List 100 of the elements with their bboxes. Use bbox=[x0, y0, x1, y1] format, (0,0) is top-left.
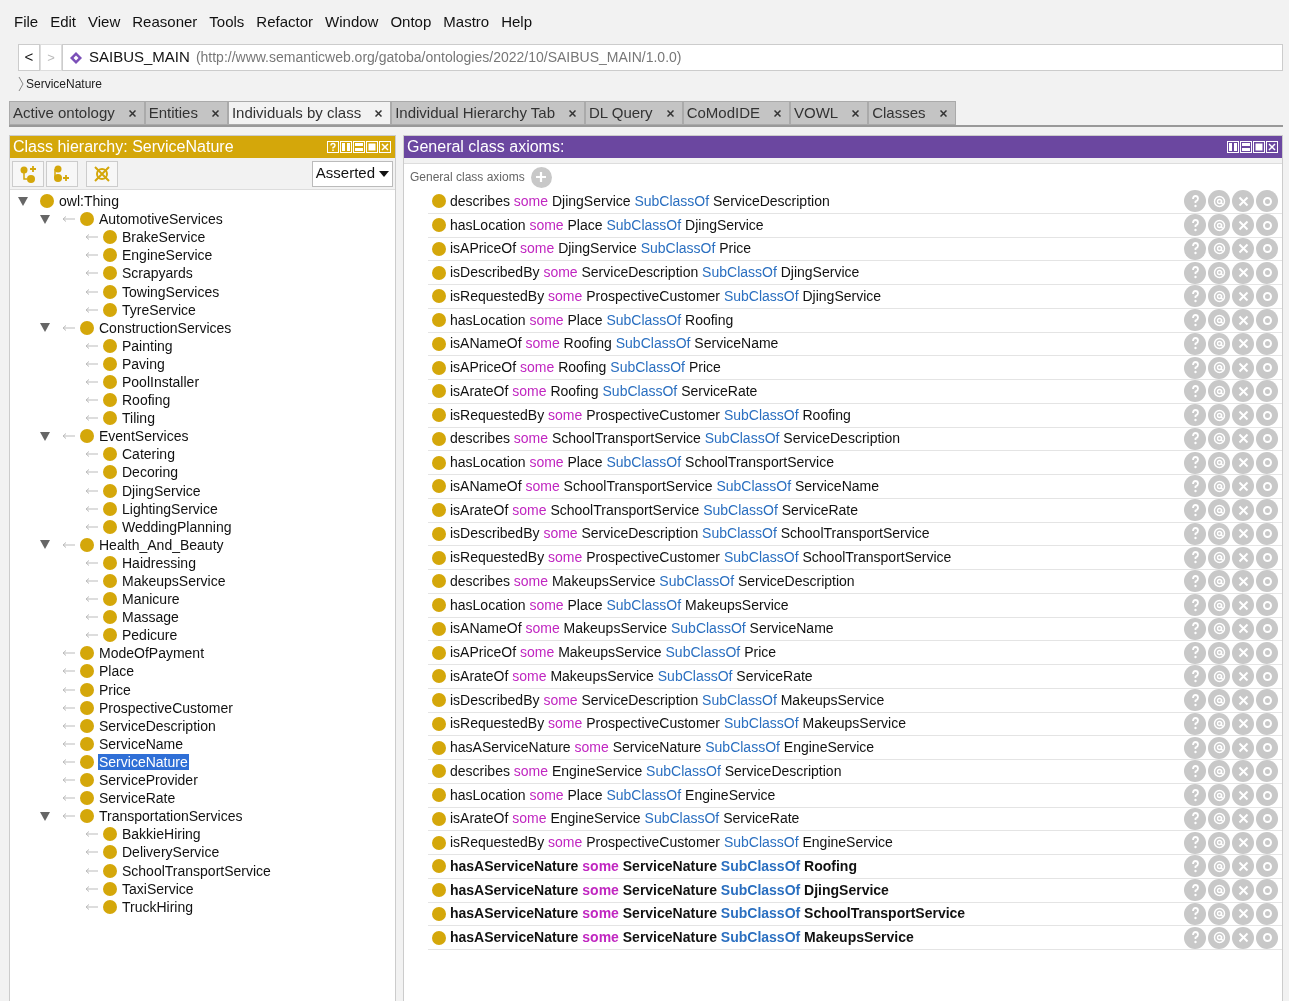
edit-button[interactable] bbox=[1256, 499, 1278, 522]
explain-button[interactable] bbox=[1184, 356, 1206, 379]
menu-item[interactable]: Window bbox=[319, 10, 385, 34]
close-icon[interactable] bbox=[666, 109, 674, 117]
delete-class-button[interactable] bbox=[86, 160, 118, 187]
class-tree-item[interactable]: ConstructionServices bbox=[98, 319, 233, 336]
class-tree-item[interactable]: EngineService bbox=[121, 247, 214, 264]
menu-item[interactable]: Refactor bbox=[250, 10, 320, 34]
delete-button[interactable] bbox=[1232, 665, 1254, 688]
class-tree-item[interactable]: ModeOfPayment bbox=[98, 645, 206, 662]
delete-button[interactable] bbox=[1232, 451, 1254, 474]
edit-button[interactable] bbox=[1256, 237, 1278, 260]
class-tree-item[interactable]: Haidressing bbox=[121, 554, 197, 571]
tab[interactable]: Active ontology bbox=[9, 101, 145, 125]
class-tree-item[interactable]: TaxiService bbox=[121, 880, 195, 897]
annotate-button[interactable] bbox=[1208, 855, 1230, 878]
add-subclass-button[interactable] bbox=[12, 160, 44, 187]
class-tree-item[interactable]: TruckHiring bbox=[121, 898, 195, 915]
annotate-button[interactable] bbox=[1208, 309, 1230, 332]
class-tree-item[interactable]: Price bbox=[98, 681, 132, 698]
annotate-button[interactable] bbox=[1208, 807, 1230, 830]
explain-button[interactable] bbox=[1184, 784, 1206, 807]
annotate-button[interactable] bbox=[1208, 451, 1230, 474]
view-controls-icon[interactable] bbox=[1227, 141, 1279, 153]
close-icon[interactable] bbox=[211, 109, 219, 117]
edit-button[interactable] bbox=[1256, 665, 1278, 688]
delete-button[interactable] bbox=[1232, 309, 1254, 332]
delete-button[interactable] bbox=[1232, 594, 1254, 617]
delete-button[interactable] bbox=[1232, 404, 1254, 427]
annotate-button[interactable] bbox=[1208, 831, 1230, 854]
tab[interactable]: Classes bbox=[868, 101, 956, 125]
explain-button[interactable] bbox=[1184, 879, 1206, 902]
delete-button[interactable] bbox=[1232, 926, 1254, 949]
class-tree-item[interactable]: PoolInstaller bbox=[121, 374, 201, 390]
class-tree-item[interactable]: BrakeService bbox=[121, 229, 207, 246]
explain-button[interactable] bbox=[1184, 475, 1206, 498]
class-tree-item[interactable]: Roofing bbox=[121, 392, 172, 409]
class-tree-item[interactable]: Health_And_Beauty bbox=[98, 536, 225, 553]
class-tree-item[interactable]: TowingServices bbox=[121, 283, 221, 300]
explain-button[interactable] bbox=[1184, 309, 1206, 332]
close-icon[interactable] bbox=[852, 109, 860, 117]
annotate-button[interactable] bbox=[1208, 736, 1230, 759]
annotate-button[interactable] bbox=[1208, 214, 1230, 237]
explain-button[interactable] bbox=[1184, 237, 1206, 260]
annotate-button[interactable] bbox=[1208, 285, 1230, 308]
delete-button[interactable] bbox=[1232, 522, 1254, 545]
explain-button[interactable] bbox=[1184, 499, 1206, 522]
edit-button[interactable] bbox=[1256, 332, 1278, 355]
explain-button[interactable] bbox=[1184, 190, 1206, 213]
close-icon[interactable] bbox=[375, 109, 383, 117]
class-tree-item[interactable]: Paving bbox=[121, 355, 166, 372]
delete-button[interactable] bbox=[1232, 546, 1254, 569]
back-button[interactable]: < bbox=[18, 44, 40, 71]
expand-triangle-icon[interactable] bbox=[40, 431, 50, 441]
class-tree-item[interactable]: ServiceNature bbox=[98, 753, 189, 770]
edit-button[interactable] bbox=[1256, 736, 1278, 759]
edit-button[interactable] bbox=[1256, 617, 1278, 640]
annotate-button[interactable] bbox=[1208, 546, 1230, 569]
edit-button[interactable] bbox=[1256, 712, 1278, 735]
class-tree-item[interactable]: LightingService bbox=[121, 500, 219, 517]
annotate-button[interactable] bbox=[1208, 190, 1230, 213]
class-tree-item[interactable]: ProspectiveCustomer bbox=[98, 699, 234, 716]
edit-button[interactable] bbox=[1256, 855, 1278, 878]
edit-button[interactable] bbox=[1256, 902, 1278, 925]
explain-button[interactable] bbox=[1184, 546, 1206, 569]
explain-button[interactable] bbox=[1184, 617, 1206, 640]
explain-button[interactable] bbox=[1184, 285, 1206, 308]
expand-triangle-icon[interactable] bbox=[40, 214, 50, 224]
class-tree-item[interactable]: WeddingPlanning bbox=[121, 518, 233, 535]
delete-button[interactable] bbox=[1232, 855, 1254, 878]
annotate-button[interactable] bbox=[1208, 261, 1230, 284]
tab[interactable]: DL Query bbox=[585, 101, 683, 125]
annotate-button[interactable] bbox=[1208, 427, 1230, 450]
class-tree-item[interactable]: ServiceName bbox=[98, 735, 185, 752]
delete-button[interactable] bbox=[1232, 831, 1254, 854]
delete-button[interactable] bbox=[1232, 285, 1254, 308]
delete-button[interactable] bbox=[1232, 736, 1254, 759]
explain-button[interactable] bbox=[1184, 831, 1206, 854]
class-tree-item[interactable]: MakeupsService bbox=[121, 573, 227, 589]
delete-button[interactable] bbox=[1232, 427, 1254, 450]
edit-button[interactable] bbox=[1256, 285, 1278, 308]
edit-button[interactable] bbox=[1256, 522, 1278, 545]
add-sibling-button[interactable] bbox=[46, 160, 78, 187]
close-icon[interactable] bbox=[128, 109, 136, 117]
annotate-button[interactable] bbox=[1208, 404, 1230, 427]
menu-item[interactable]: Reasoner bbox=[126, 10, 204, 34]
hierarchy-mode-dropdown[interactable]: Asserted bbox=[311, 160, 393, 187]
annotate-button[interactable] bbox=[1208, 237, 1230, 260]
edit-button[interactable] bbox=[1256, 309, 1278, 332]
edit-button[interactable] bbox=[1256, 451, 1278, 474]
delete-button[interactable] bbox=[1232, 475, 1254, 498]
annotate-button[interactable] bbox=[1208, 926, 1230, 949]
menu-item[interactable]: Mastro bbox=[437, 10, 496, 34]
delete-button[interactable] bbox=[1232, 499, 1254, 522]
annotate-button[interactable] bbox=[1208, 879, 1230, 902]
add-axiom-button[interactable] bbox=[530, 166, 552, 188]
expand-triangle-icon[interactable] bbox=[40, 811, 50, 821]
edit-button[interactable] bbox=[1256, 261, 1278, 284]
menu-item[interactable]: Edit bbox=[44, 10, 83, 34]
breadcrumb-item[interactable]: ServiceNature bbox=[26, 75, 103, 93]
